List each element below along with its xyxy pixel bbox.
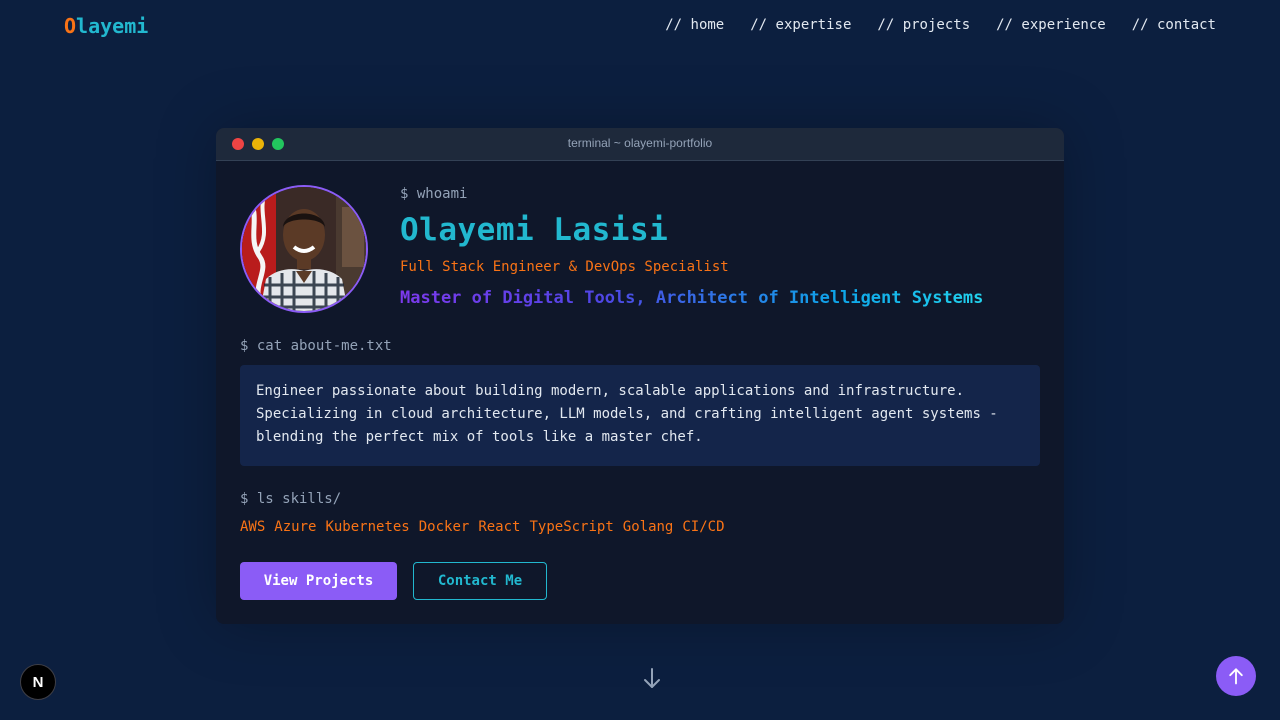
brand-logo-rest: layemi: [76, 14, 149, 38]
about-line: blending the perfect mix of tools like a…: [256, 429, 703, 445]
nav-experience[interactable]: // experience: [996, 17, 1106, 33]
profile-name: Olayemi Lasisi: [400, 212, 669, 248]
nav-expertise[interactable]: // expertise: [750, 17, 851, 33]
skills-command: $ ls skills/: [240, 491, 342, 507]
nav-projects[interactable]: // projects: [877, 17, 970, 33]
skills-list: AWS Azure Kubernetes Docker React TypeSc…: [240, 519, 725, 535]
skill-azure: Azure: [274, 519, 317, 535]
nav-contact[interactable]: // contact: [1132, 17, 1216, 33]
skill-docker: Docker: [418, 519, 470, 535]
profile-avatar: [240, 185, 368, 313]
nav-links: // home // expertise // projects // expe…: [665, 17, 1216, 33]
skill-aws: AWS: [240, 519, 266, 535]
terminal-title: terminal ~ olayemi-portfolio: [567, 136, 713, 150]
whoami-command: $ whoami: [400, 186, 468, 202]
skill-react: React: [478, 519, 521, 535]
arrow-down-icon[interactable]: [640, 666, 664, 690]
skill-typescript: TypeScript: [529, 519, 614, 535]
brand-logo[interactable]: Olayemi: [64, 14, 148, 38]
nav-home[interactable]: // home: [665, 17, 724, 33]
skill-kubernetes: Kubernetes: [325, 519, 410, 535]
arrow-up-icon: [1229, 668, 1243, 685]
view-projects-button[interactable]: View Projects: [240, 562, 397, 600]
profile-tagline: Master of Digital Tools, Architect of In…: [400, 288, 984, 308]
terminal-titlebar: terminal ~ olayemi-portfolio: [216, 128, 1064, 161]
skill-cicd: CI/CD: [682, 519, 725, 535]
about-box: Engineer passionate about building moder…: [240, 365, 1040, 466]
framework-badge[interactable]: N: [20, 664, 56, 700]
contact-me-button[interactable]: Contact Me: [413, 562, 547, 600]
skill-golang: Golang: [622, 519, 674, 535]
profile-role: Full Stack Engineer & DevOps Specialist: [400, 259, 729, 275]
top-nav: Olayemi // home // expertise // projects…: [0, 0, 1280, 52]
profile-photo-icon: [242, 187, 366, 311]
about-line: Specializing in cloud architecture, LLM …: [256, 406, 998, 422]
terminal-window: terminal ~ olayemi-portfolio $ whoami Ol…: [216, 128, 1064, 624]
about-command: $ cat about-me.txt: [240, 338, 392, 354]
back-to-top-button[interactable]: [1216, 656, 1256, 696]
brand-logo-initial: O: [64, 14, 77, 38]
about-line: Engineer passionate about building moder…: [256, 383, 965, 399]
